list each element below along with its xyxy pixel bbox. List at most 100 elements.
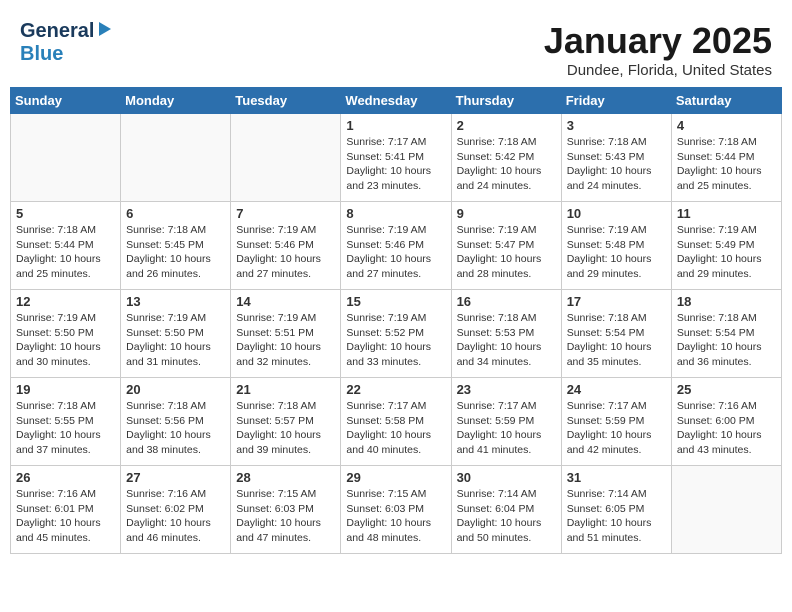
day-cell: 12 Sunrise: 7:19 AMSunset: 5:50 PMDaylig… [11,290,121,378]
day-info: Sunrise: 7:19 AMSunset: 5:52 PMDaylight:… [346,312,431,368]
day-info: Sunrise: 7:16 AMSunset: 6:00 PMDaylight:… [677,400,762,456]
day-info: Sunrise: 7:18 AMSunset: 5:57 PMDaylight:… [236,400,321,456]
logo-blue-text: Blue [20,43,63,66]
day-cell: 10 Sunrise: 7:19 AMSunset: 5:48 PMDaylig… [561,202,671,290]
col-sunday: Sunday [11,88,121,114]
day-cell: 18 Sunrise: 7:18 AMSunset: 5:54 PMDaylig… [671,290,781,378]
day-cell: 9 Sunrise: 7:19 AMSunset: 5:47 PMDayligh… [451,202,561,290]
day-info: Sunrise: 7:18 AMSunset: 5:42 PMDaylight:… [457,136,542,192]
day-cell: 27 Sunrise: 7:16 AMSunset: 6:02 PMDaylig… [121,466,231,554]
logo: General Blue [20,20,113,66]
week-row-3: 19 Sunrise: 7:18 AMSunset: 5:55 PMDaylig… [11,378,782,466]
day-number: 24 [567,382,666,397]
day-number: 11 [677,206,776,221]
day-cell: 17 Sunrise: 7:18 AMSunset: 5:54 PMDaylig… [561,290,671,378]
day-number: 20 [126,382,225,397]
day-info: Sunrise: 7:17 AMSunset: 5:59 PMDaylight:… [567,400,652,456]
day-cell: 24 Sunrise: 7:17 AMSunset: 5:59 PMDaylig… [561,378,671,466]
day-number: 12 [16,294,115,309]
day-number: 3 [567,118,666,133]
col-saturday: Saturday [671,88,781,114]
day-info: Sunrise: 7:19 AMSunset: 5:46 PMDaylight:… [236,224,321,280]
day-info: Sunrise: 7:16 AMSunset: 6:02 PMDaylight:… [126,488,211,544]
day-info: Sunrise: 7:18 AMSunset: 5:44 PMDaylight:… [677,136,762,192]
col-monday: Monday [121,88,231,114]
day-info: Sunrise: 7:14 AMSunset: 6:05 PMDaylight:… [567,488,652,544]
day-cell: 15 Sunrise: 7:19 AMSunset: 5:52 PMDaylig… [341,290,451,378]
day-number: 10 [567,206,666,221]
day-info: Sunrise: 7:19 AMSunset: 5:50 PMDaylight:… [126,312,211,368]
day-info: Sunrise: 7:16 AMSunset: 6:01 PMDaylight:… [16,488,101,544]
calendar-header-row: Sunday Monday Tuesday Wednesday Thursday… [11,88,782,114]
day-cell [121,114,231,202]
day-number: 31 [567,470,666,485]
day-info: Sunrise: 7:15 AMSunset: 6:03 PMDaylight:… [346,488,431,544]
day-cell: 28 Sunrise: 7:15 AMSunset: 6:03 PMDaylig… [231,466,341,554]
day-cell: 13 Sunrise: 7:19 AMSunset: 5:50 PMDaylig… [121,290,231,378]
day-cell [671,466,781,554]
col-tuesday: Tuesday [231,88,341,114]
day-number: 7 [236,206,335,221]
day-info: Sunrise: 7:18 AMSunset: 5:53 PMDaylight:… [457,312,542,368]
day-cell: 5 Sunrise: 7:18 AMSunset: 5:44 PMDayligh… [11,202,121,290]
calendar-table: Sunday Monday Tuesday Wednesday Thursday… [10,87,782,554]
day-cell: 19 Sunrise: 7:18 AMSunset: 5:55 PMDaylig… [11,378,121,466]
day-number: 18 [677,294,776,309]
day-cell: 23 Sunrise: 7:17 AMSunset: 5:59 PMDaylig… [451,378,561,466]
page-container: General Blue January 2025 Dundee, Florid… [10,10,782,554]
day-info: Sunrise: 7:18 AMSunset: 5:45 PMDaylight:… [126,224,211,280]
day-info: Sunrise: 7:18 AMSunset: 5:43 PMDaylight:… [567,136,652,192]
day-number: 26 [16,470,115,485]
day-info: Sunrise: 7:18 AMSunset: 5:56 PMDaylight:… [126,400,211,456]
day-info: Sunrise: 7:14 AMSunset: 6:04 PMDaylight:… [457,488,542,544]
day-cell: 6 Sunrise: 7:18 AMSunset: 5:45 PMDayligh… [121,202,231,290]
day-cell: 16 Sunrise: 7:18 AMSunset: 5:53 PMDaylig… [451,290,561,378]
day-cell: 25 Sunrise: 7:16 AMSunset: 6:00 PMDaylig… [671,378,781,466]
day-info: Sunrise: 7:17 AMSunset: 5:41 PMDaylight:… [346,136,431,192]
week-row-0: 1 Sunrise: 7:17 AMSunset: 5:41 PMDayligh… [11,114,782,202]
location-text: Dundee, Florida, United States [544,62,772,79]
day-cell: 1 Sunrise: 7:17 AMSunset: 5:41 PMDayligh… [341,114,451,202]
day-info: Sunrise: 7:15 AMSunset: 6:03 PMDaylight:… [236,488,321,544]
day-info: Sunrise: 7:19 AMSunset: 5:50 PMDaylight:… [16,312,101,368]
day-number: 5 [16,206,115,221]
day-number: 25 [677,382,776,397]
day-info: Sunrise: 7:17 AMSunset: 5:59 PMDaylight:… [457,400,542,456]
day-number: 27 [126,470,225,485]
day-cell: 22 Sunrise: 7:17 AMSunset: 5:58 PMDaylig… [341,378,451,466]
day-number: 17 [567,294,666,309]
day-number: 21 [236,382,335,397]
col-wednesday: Wednesday [341,88,451,114]
day-number: 29 [346,470,445,485]
day-cell: 26 Sunrise: 7:16 AMSunset: 6:01 PMDaylig… [11,466,121,554]
day-number: 16 [457,294,556,309]
day-number: 19 [16,382,115,397]
day-cell: 8 Sunrise: 7:19 AMSunset: 5:46 PMDayligh… [341,202,451,290]
logo-general-text: General [20,20,94,43]
month-title: January 2025 [544,20,772,62]
day-info: Sunrise: 7:19 AMSunset: 5:46 PMDaylight:… [346,224,431,280]
day-cell: 31 Sunrise: 7:14 AMSunset: 6:05 PMDaylig… [561,466,671,554]
day-cell: 2 Sunrise: 7:18 AMSunset: 5:42 PMDayligh… [451,114,561,202]
day-info: Sunrise: 7:18 AMSunset: 5:44 PMDaylight:… [16,224,101,280]
header: General Blue January 2025 Dundee, Florid… [10,10,782,87]
day-number: 28 [236,470,335,485]
title-block: January 2025 Dundee, Florida, United Sta… [544,20,772,79]
day-number: 4 [677,118,776,133]
day-cell: 21 Sunrise: 7:18 AMSunset: 5:57 PMDaylig… [231,378,341,466]
day-cell [231,114,341,202]
col-friday: Friday [561,88,671,114]
day-info: Sunrise: 7:18 AMSunset: 5:55 PMDaylight:… [16,400,101,456]
day-info: Sunrise: 7:19 AMSunset: 5:51 PMDaylight:… [236,312,321,368]
week-row-2: 12 Sunrise: 7:19 AMSunset: 5:50 PMDaylig… [11,290,782,378]
day-info: Sunrise: 7:18 AMSunset: 5:54 PMDaylight:… [567,312,652,368]
day-info: Sunrise: 7:19 AMSunset: 5:48 PMDaylight:… [567,224,652,280]
week-row-1: 5 Sunrise: 7:18 AMSunset: 5:44 PMDayligh… [11,202,782,290]
col-thursday: Thursday [451,88,561,114]
day-number: 2 [457,118,556,133]
day-cell: 4 Sunrise: 7:18 AMSunset: 5:44 PMDayligh… [671,114,781,202]
day-cell [11,114,121,202]
day-number: 6 [126,206,225,221]
day-cell: 20 Sunrise: 7:18 AMSunset: 5:56 PMDaylig… [121,378,231,466]
day-number: 22 [346,382,445,397]
